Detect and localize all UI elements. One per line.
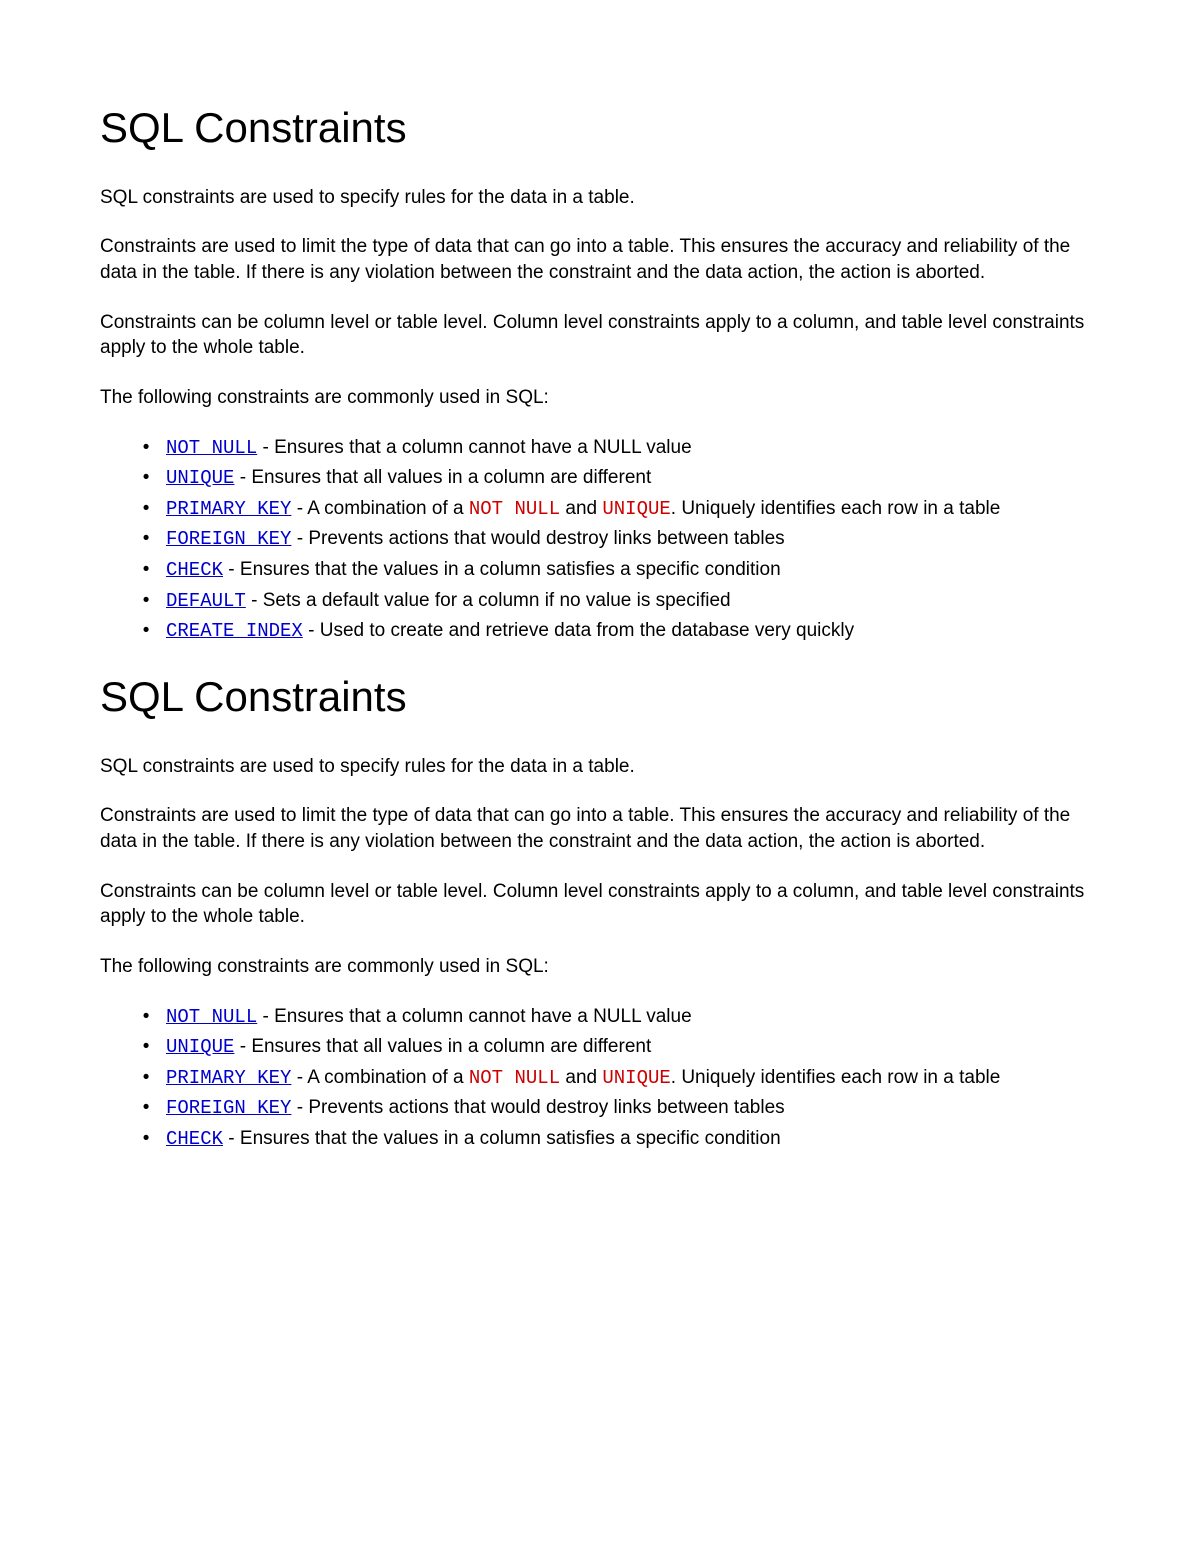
heading-sql-constraints-1: SQL Constraints	[100, 100, 1100, 157]
link-foreign-key[interactable]: FOREIGN KEY	[166, 528, 291, 550]
desc: Ensures that the values in a column sati…	[240, 559, 781, 580]
desc: Ensures that all values in a column are …	[251, 1036, 651, 1057]
sep: -	[246, 590, 263, 611]
list-item: DEFAULT - Sets a default value for a col…	[160, 588, 1100, 615]
link-unique[interactable]: UNIQUE	[166, 1036, 234, 1058]
link-default[interactable]: DEFAULT	[166, 590, 246, 612]
desc-pre: A combination of a	[307, 498, 469, 519]
link-check[interactable]: CHECK	[166, 1128, 223, 1150]
link-unique[interactable]: UNIQUE	[166, 467, 234, 489]
constraint-list-1: NOT NULL - Ensures that a column cannot …	[100, 435, 1100, 645]
heading-sql-constraints-2: SQL Constraints	[100, 669, 1100, 726]
code-unique: UNIQUE	[602, 498, 670, 520]
desc: Prevents actions that would destroy link…	[308, 528, 784, 549]
sep: -	[291, 528, 308, 549]
paragraph: SQL constraints are used to specify rule…	[100, 185, 1100, 211]
link-create-index[interactable]: CREATE INDEX	[166, 620, 303, 642]
paragraph: SQL constraints are used to specify rule…	[100, 754, 1100, 780]
list-item: CHECK - Ensures that the values in a col…	[160, 1126, 1100, 1153]
desc: Ensures that a column cannot have a NULL…	[274, 437, 692, 458]
paragraph: The following constraints are commonly u…	[100, 385, 1100, 411]
paragraph: Constraints can be column level or table…	[100, 310, 1100, 361]
code-not-null: NOT NULL	[469, 1067, 560, 1089]
code-unique: UNIQUE	[602, 1067, 670, 1089]
sep: -	[291, 1067, 307, 1088]
list-item: UNIQUE - Ensures that all values in a co…	[160, 1034, 1100, 1061]
list-item: CHECK - Ensures that the values in a col…	[160, 557, 1100, 584]
sep: -	[234, 1036, 251, 1057]
sep: -	[257, 1006, 274, 1027]
desc: Prevents actions that would destroy link…	[308, 1097, 784, 1118]
list-item: NOT NULL - Ensures that a column cannot …	[160, 1004, 1100, 1031]
sep: -	[234, 467, 251, 488]
desc-post: . Uniquely identifies each row in a tabl…	[671, 1067, 1001, 1088]
desc: Used to create and retrieve data from th…	[320, 620, 854, 641]
paragraph: Constraints are used to limit the type o…	[100, 803, 1100, 854]
link-primary-key[interactable]: PRIMARY KEY	[166, 498, 291, 520]
desc-pre: A combination of a	[307, 1067, 469, 1088]
link-not-null[interactable]: NOT NULL	[166, 437, 257, 459]
list-item: PRIMARY KEY - A combination of a NOT NUL…	[160, 1065, 1100, 1092]
list-item: FOREIGN KEY - Prevents actions that woul…	[160, 526, 1100, 553]
sep: -	[303, 620, 320, 641]
paragraph: Constraints can be column level or table…	[100, 879, 1100, 930]
desc: Sets a default value for a column if no …	[263, 590, 731, 611]
list-item: UNIQUE - Ensures that all values in a co…	[160, 465, 1100, 492]
link-primary-key[interactable]: PRIMARY KEY	[166, 1067, 291, 1089]
desc: Ensures that the values in a column sati…	[240, 1128, 781, 1149]
sep: -	[223, 559, 240, 580]
desc: Ensures that a column cannot have a NULL…	[274, 1006, 692, 1027]
code-not-null: NOT NULL	[469, 498, 560, 520]
list-item: NOT NULL - Ensures that a column cannot …	[160, 435, 1100, 462]
sep: -	[291, 1097, 308, 1118]
link-check[interactable]: CHECK	[166, 559, 223, 581]
desc-mid: and	[560, 1067, 602, 1088]
sep: -	[257, 437, 274, 458]
list-item: FOREIGN KEY - Prevents actions that woul…	[160, 1095, 1100, 1122]
desc-mid: and	[560, 498, 602, 519]
sep: -	[223, 1128, 240, 1149]
list-item: PRIMARY KEY - A combination of a NOT NUL…	[160, 496, 1100, 523]
paragraph: The following constraints are commonly u…	[100, 954, 1100, 980]
list-item: CREATE INDEX - Used to create and retrie…	[160, 618, 1100, 645]
link-not-null[interactable]: NOT NULL	[166, 1006, 257, 1028]
desc-post: . Uniquely identifies each row in a tabl…	[671, 498, 1001, 519]
paragraph: Constraints are used to limit the type o…	[100, 234, 1100, 285]
constraint-list-2: NOT NULL - Ensures that a column cannot …	[100, 1004, 1100, 1153]
sep: -	[291, 498, 307, 519]
desc: Ensures that all values in a column are …	[251, 467, 651, 488]
link-foreign-key[interactable]: FOREIGN KEY	[166, 1097, 291, 1119]
